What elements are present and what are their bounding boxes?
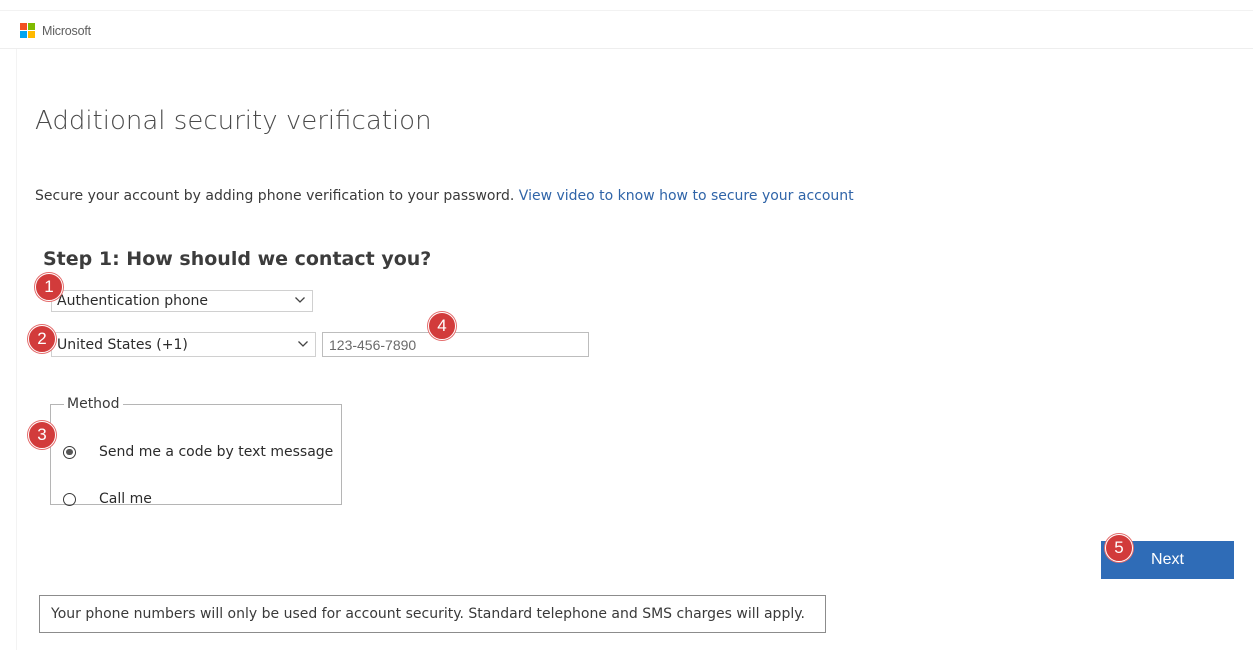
phone-usage-notice: Your phone numbers will only be used for…	[39, 595, 826, 633]
country-code-select[interactable]: United States (+1)	[51, 332, 316, 357]
call-me-option[interactable]: Call me	[63, 491, 152, 507]
page-title: Additional security verification	[35, 106, 432, 136]
step-marker-2: 2	[28, 325, 56, 353]
radio-unchecked-icon[interactable]	[63, 492, 76, 506]
step-marker-3: 3	[28, 421, 56, 449]
microsoft-logo-icon	[20, 23, 36, 39]
top-header: Microsoft	[0, 10, 1253, 49]
brand-name: Microsoft	[42, 24, 91, 38]
step-1-title: Step 1: How should we contact you?	[43, 248, 432, 270]
view-video-link[interactable]: View video to know how to secure your ac…	[519, 188, 854, 204]
step-marker-1: 1	[35, 273, 63, 301]
step-marker-5: 5	[1105, 534, 1133, 562]
radio-checked-icon[interactable]	[63, 445, 76, 459]
text-message-label: Send me a code by text message	[99, 444, 334, 460]
intro-paragraph: Secure your account by adding phone veri…	[35, 188, 854, 204]
chevron-down-icon	[298, 341, 308, 347]
content-left-border	[16, 49, 17, 650]
step-marker-4: 4	[428, 312, 456, 340]
method-legend: Method	[67, 396, 120, 412]
country-code-value: United States (+1)	[57, 336, 188, 353]
intro-text: Secure your account by adding phone veri…	[35, 188, 515, 204]
text-message-option[interactable]: Send me a code by text message	[63, 444, 333, 460]
contact-method-value: Authentication phone	[57, 293, 209, 309]
microsoft-brand: Microsoft	[20, 23, 91, 39]
method-group: Method Send me a code by text message Ca…	[50, 396, 342, 507]
contact-method-select[interactable]: Authentication phone	[51, 290, 313, 312]
phone-number-input[interactable]	[322, 332, 589, 357]
call-me-label: Call me	[99, 491, 152, 507]
chevron-down-icon	[295, 297, 305, 303]
